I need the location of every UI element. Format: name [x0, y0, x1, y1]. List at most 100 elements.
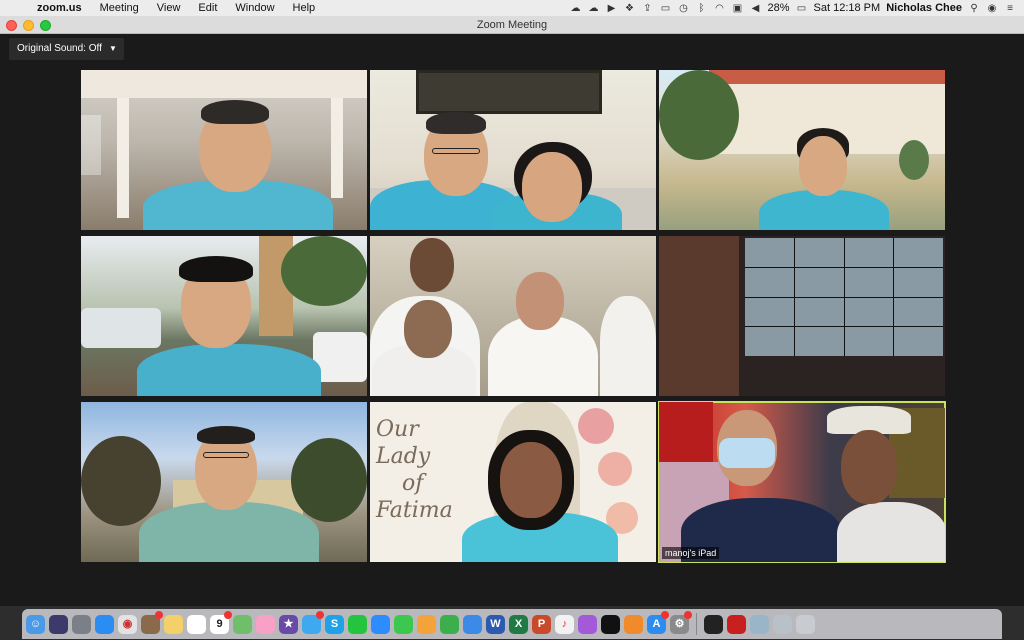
play-icon[interactable]: ▶: [606, 3, 618, 14]
wifi-icon[interactable]: ◠: [714, 3, 726, 14]
terminal-icon[interactable]: [704, 614, 723, 634]
participant-video-tile[interactable]: [659, 70, 945, 230]
chevron-down-icon[interactable]: ▼: [109, 38, 117, 60]
participant-video-tile[interactable]: [81, 402, 367, 562]
notes-icon[interactable]: [164, 614, 183, 634]
powerpoint-icon[interactable]: P: [532, 614, 551, 634]
acrobat-icon[interactable]: [727, 614, 746, 634]
minimize-window-button[interactable]: [23, 20, 34, 31]
bluetooth-icon[interactable]: ᛒ: [696, 3, 708, 14]
time-machine-icon[interactable]: ◷: [678, 3, 690, 14]
participant-face: [841, 430, 897, 504]
photos-stack-icon[interactable]: [141, 610, 163, 634]
close-window-button[interactable]: [6, 20, 17, 31]
system-preferences-icon[interactable]: ⚙: [670, 610, 692, 634]
fatima-line-3: Fatima: [376, 498, 453, 523]
participant-shirt: [837, 502, 945, 562]
photos-icon[interactable]: [256, 614, 275, 634]
wall-painting: [416, 70, 602, 114]
menu-window[interactable]: Window: [226, 2, 283, 14]
menu-app-name[interactable]: zoom.us: [28, 2, 91, 14]
calendar-icon[interactable]: 9: [210, 610, 232, 634]
facetime-icon[interactable]: [394, 614, 413, 634]
whatsapp-icon[interactable]: [348, 614, 367, 634]
reminders-icon[interactable]: [187, 614, 206, 634]
participant-face: [799, 136, 847, 196]
menu-view[interactable]: View: [148, 2, 190, 14]
zoom-icon[interactable]: [371, 614, 390, 634]
fatima-line-2: of: [402, 471, 424, 496]
dock-separator: [696, 613, 697, 635]
imovie-icon[interactable]: ★: [279, 614, 298, 634]
menu-help[interactable]: Help: [284, 2, 325, 14]
maximize-window-button[interactable]: [40, 20, 51, 31]
original-sound-label: Original Sound: Off: [17, 43, 102, 54]
notification-center-icon[interactable]: ≡: [1004, 3, 1016, 14]
preview-icon[interactable]: [750, 614, 769, 634]
books-icon[interactable]: [624, 614, 643, 634]
search-icon[interactable]: ⚲: [968, 3, 980, 14]
cloud-icon[interactable]: ☁: [570, 3, 582, 14]
participant-video-tile[interactable]: [370, 70, 656, 230]
finder-icon[interactable]: ☺: [26, 614, 45, 634]
participant-face: [500, 442, 562, 518]
dropbox-icon[interactable]: ❖: [624, 3, 636, 14]
participant-face: [404, 300, 452, 358]
tree: [899, 140, 929, 180]
music-icon[interactable]: ♪: [555, 614, 574, 634]
van: [313, 332, 367, 382]
menu-user-name[interactable]: Nicholas Chee: [886, 2, 962, 14]
participant-habit: [600, 296, 656, 396]
window: [81, 115, 101, 175]
screen-icon[interactable]: ▣: [732, 3, 744, 14]
numbers-icon[interactable]: [440, 614, 459, 634]
siri-icon[interactable]: ◉: [986, 3, 998, 14]
battery-icon[interactable]: ▭: [796, 3, 808, 14]
ceiling: [81, 70, 367, 98]
apple-tv-icon[interactable]: [601, 614, 620, 634]
participant-video-tile[interactable]: Our Lady of Fatima: [370, 402, 656, 562]
pillar: [331, 98, 343, 198]
volume-icon[interactable]: ◀: [750, 3, 762, 14]
dock: ☺ ◉ 9 ★ S W X P ♪ A ⚙: [22, 609, 1002, 639]
participant-video-tile-active[interactable]: manoj's iPad: [658, 401, 946, 563]
launchpad-icon[interactable]: [72, 614, 91, 634]
window-title-bar: Zoom Meeting: [0, 16, 1024, 34]
menu-clock[interactable]: Sat 12:18 PM: [814, 2, 881, 14]
participant-video-tile[interactable]: [81, 236, 367, 396]
menu-meeting[interactable]: Meeting: [91, 2, 148, 14]
messages-icon[interactable]: [302, 610, 324, 634]
podcasts-icon[interactable]: [578, 614, 597, 634]
keynote-icon[interactable]: [463, 614, 482, 634]
pillar: [117, 98, 129, 218]
trash-icon[interactable]: [796, 614, 815, 634]
excel-icon[interactable]: X: [509, 614, 528, 634]
original-sound-toggle[interactable]: Original Sound: Off ▼: [9, 38, 124, 60]
cloud-icon[interactable]: ☁: [588, 3, 600, 14]
participant-video-tile[interactable]: [370, 236, 656, 396]
rose-decoration: [598, 452, 632, 486]
pages-icon[interactable]: [417, 614, 436, 634]
app-store-icon[interactable]: A: [647, 610, 669, 634]
maps-icon[interactable]: [233, 614, 252, 634]
word-icon[interactable]: W: [486, 614, 505, 634]
skype-icon[interactable]: S: [325, 614, 344, 634]
participant-face: [516, 272, 564, 330]
tree: [291, 438, 367, 522]
participant-name-label: manoj's iPad: [662, 547, 720, 559]
upload-icon[interactable]: ⇪: [642, 3, 654, 14]
chrome-icon[interactable]: ◉: [118, 614, 137, 634]
safari-icon[interactable]: [95, 614, 114, 634]
window-title: Zoom Meeting: [476, 18, 548, 31]
menu-edit[interactable]: Edit: [189, 2, 226, 14]
red-banner: [659, 402, 713, 462]
siri-icon[interactable]: [49, 614, 68, 634]
participant-video-tile[interactable]: [81, 70, 367, 230]
gallery-view: Our Lady of Fatima manoj's iPad: [81, 70, 946, 563]
downloads-icon[interactable]: [773, 614, 792, 634]
participant-shirt: [137, 344, 321, 396]
airplay-icon[interactable]: ▭: [660, 3, 672, 14]
participant-video-tile[interactable]: [659, 236, 945, 396]
battery-percent[interactable]: 28%: [768, 2, 790, 14]
participant-shirt: [139, 502, 319, 562]
